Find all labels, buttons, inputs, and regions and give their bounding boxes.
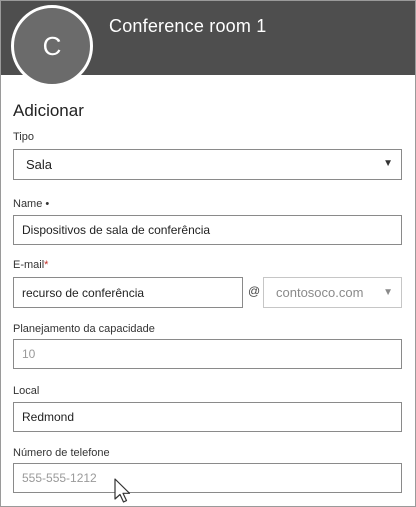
name-input-value: Dispositivos de sala de conferência: [22, 223, 211, 237]
phone-placeholder: 555-555-1212: [22, 471, 97, 485]
capacity-input[interactable]: 10: [13, 339, 402, 369]
name-label: Name •: [13, 198, 50, 210]
location-input-value: Redmond: [22, 410, 75, 424]
name-input[interactable]: Dispositivos de sala de conferência: [13, 215, 402, 245]
location-label: Local: [13, 385, 40, 397]
type-select[interactable]: Sala ▼: [13, 149, 402, 180]
capacity-label: Planejamento da capacidade: [13, 323, 155, 335]
location-input[interactable]: Redmond: [13, 402, 402, 432]
add-resource-panel: Conference room 1 C Adicionar Tipo Sala …: [0, 0, 416, 507]
at-sign: @: [248, 284, 261, 298]
email-label-text: E-mail: [13, 259, 45, 271]
email-input-value: recurso de conferência: [22, 285, 145, 300]
email-domain-select[interactable]: contosoco.com ▼: [263, 277, 402, 308]
required-marker: *: [44, 259, 49, 271]
chevron-down-icon: ▼: [383, 158, 393, 169]
type-label: Tipo: [13, 131, 34, 143]
avatar-initial: C: [42, 30, 62, 61]
resource-title: Conference room 1: [109, 16, 267, 36]
email-domain-value: contosoco.com: [276, 285, 364, 300]
avatar[interactable]: C: [11, 5, 93, 87]
section-title: Adicionar: [13, 101, 84, 120]
email-input[interactable]: recurso de conferência: [13, 277, 243, 308]
phone-label: Número de telefone: [13, 447, 110, 459]
type-select-value: Sala: [26, 157, 53, 172]
email-label: E-mail*: [13, 259, 48, 271]
mouse-pointer-icon: [114, 478, 131, 503]
capacity-placeholder: 10: [22, 347, 36, 361]
chevron-down-icon: ▼: [383, 287, 393, 298]
phone-input[interactable]: 555-555-1212: [13, 463, 402, 493]
